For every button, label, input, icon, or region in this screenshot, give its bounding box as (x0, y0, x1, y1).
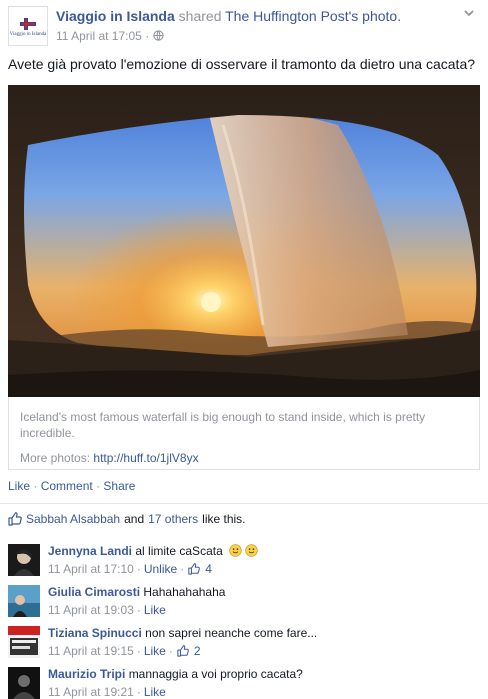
meta-sep: · (136, 562, 141, 576)
comment-time[interactable]: 11 April at 19:15 (48, 644, 134, 658)
post-message: Avete già provato l'emozione di osservar… (8, 56, 476, 72)
action-sep: · (96, 479, 101, 493)
comment-author[interactable]: Maurizio Tripi (48, 667, 125, 681)
comment-text: mannaggia a voi proprio cacata? (128, 667, 303, 681)
shared-word: shared (178, 8, 222, 24)
more-photos: More photos: http://huff.to/1jlV8yx (20, 451, 199, 465)
chevron-down-icon[interactable] (462, 6, 476, 20)
avatar[interactable] (8, 585, 40, 617)
divider (0, 503, 488, 504)
action-sep: · (33, 479, 38, 493)
comment-text: Hahahahahaha (143, 585, 226, 599)
comment-item: Tiziana Spinucci non saprei neanche come… (0, 618, 488, 658)
comment-body: Maurizio Tripi mannaggia a voi proprio c… (48, 667, 303, 682)
post-headline: Viaggio in Islanda shared The Huffington… (56, 8, 401, 24)
avatar[interactable] (8, 626, 40, 658)
more-photos-link[interactable]: http://huff.to/1jlV8yx (93, 451, 198, 465)
post-actions: Like · Comment · Share (8, 479, 135, 493)
comment-time[interactable]: 11 April at 17:10 (48, 562, 134, 576)
post-timestamp[interactable]: 11 April at 17:05 (56, 29, 142, 43)
meta-separator: · (145, 29, 150, 43)
smile-emoji-icon (245, 544, 258, 557)
comment-meta: 11 April at 19:21 · Like (48, 685, 166, 699)
comment-author[interactable]: Tiziana Spinucci (48, 626, 142, 640)
avatar[interactable] (8, 544, 40, 576)
avatar[interactable] (8, 667, 40, 699)
likes-and: and (124, 512, 145, 526)
comment-like-count[interactable]: 4 (205, 562, 212, 576)
comment-author[interactable]: Jennyna Landi (48, 544, 132, 558)
others-link[interactable]: 17 others (148, 512, 198, 526)
comment-meta: 11 April at 17:10 · Unlike · 4 (48, 562, 212, 576)
page-avatar[interactable]: Viaggio in Islanda (8, 6, 48, 46)
share-button[interactable]: Share (103, 479, 135, 493)
more-photos-label: More photos: (20, 451, 91, 465)
comment-item: Maurizio Tripi mannaggia a voi proprio c… (0, 659, 488, 699)
comment-time[interactable]: 11 April at 19:03 (48, 603, 134, 617)
waterfall-sunset-image (8, 85, 480, 397)
comment-meta: 11 April at 19:03 · Like (48, 603, 166, 617)
comment-meta: 11 April at 19:15 · Like · 2 (48, 644, 201, 658)
comment-body: Tiziana Spinucci non saprei neanche come… (48, 626, 317, 641)
meta-sep: · (136, 685, 141, 699)
thumbs-up-icon (188, 563, 201, 575)
post-photo[interactable] (8, 85, 480, 397)
like-button[interactable]: Like (144, 644, 166, 658)
meta-sep: · (168, 644, 173, 658)
comment-time[interactable]: 11 April at 19:21 (48, 685, 134, 699)
likes-suffix: like this. (202, 512, 246, 526)
meta-sep: · (136, 644, 141, 658)
post-header: Viaggio in Islanda Viaggio in Islanda sh… (8, 6, 480, 46)
likes-summary: Sabbah Alsabbah and 17 others like this. (8, 512, 246, 526)
liker-link[interactable]: Sabbah Alsabbah (26, 512, 120, 526)
post-meta: 11 April at 17:05 · (56, 29, 164, 43)
comment-item: Jennyna Landi al limite caScata 11 April… (0, 536, 488, 576)
meta-sep: · (180, 562, 185, 576)
photo-link[interactable]: 's photo. (349, 8, 402, 24)
thumbs-up-icon (177, 645, 189, 657)
page-logo-text: Viaggio in Islanda (9, 31, 47, 37)
page-name-link[interactable]: Viaggio in Islanda (56, 8, 175, 24)
smile-emoji-icon (229, 544, 242, 557)
attachment-box: Iceland's most famous waterfall is big e… (8, 397, 480, 470)
attachment-caption: Iceland's most famous waterfall is big e… (20, 410, 426, 440)
comment-item: Giulia Cimarosti Hahahahahaha 11 April a… (0, 577, 488, 617)
comment-body: Giulia Cimarosti Hahahahahaha (48, 585, 225, 600)
comment-like-count[interactable]: 2 (194, 644, 201, 658)
comment-text: non saprei neanche come fare... (145, 626, 318, 640)
thumbs-up-icon (8, 512, 22, 526)
like-button[interactable]: Like (144, 603, 166, 617)
comment-button[interactable]: Comment (41, 479, 93, 493)
shared-from-link[interactable]: The Huffington Post (225, 8, 348, 24)
comment-text: al limite caScata (135, 544, 223, 558)
like-button[interactable]: Like (8, 479, 30, 493)
page-logo-icon (20, 17, 36, 30)
comment-author[interactable]: Giulia Cimarosti (48, 585, 140, 599)
unlike-button[interactable]: Unlike (144, 562, 177, 576)
comment-body: Jennyna Landi al limite caScata (48, 544, 258, 559)
meta-sep: · (136, 603, 141, 617)
like-button[interactable]: Like (144, 685, 166, 699)
globe-icon[interactable] (152, 30, 164, 41)
